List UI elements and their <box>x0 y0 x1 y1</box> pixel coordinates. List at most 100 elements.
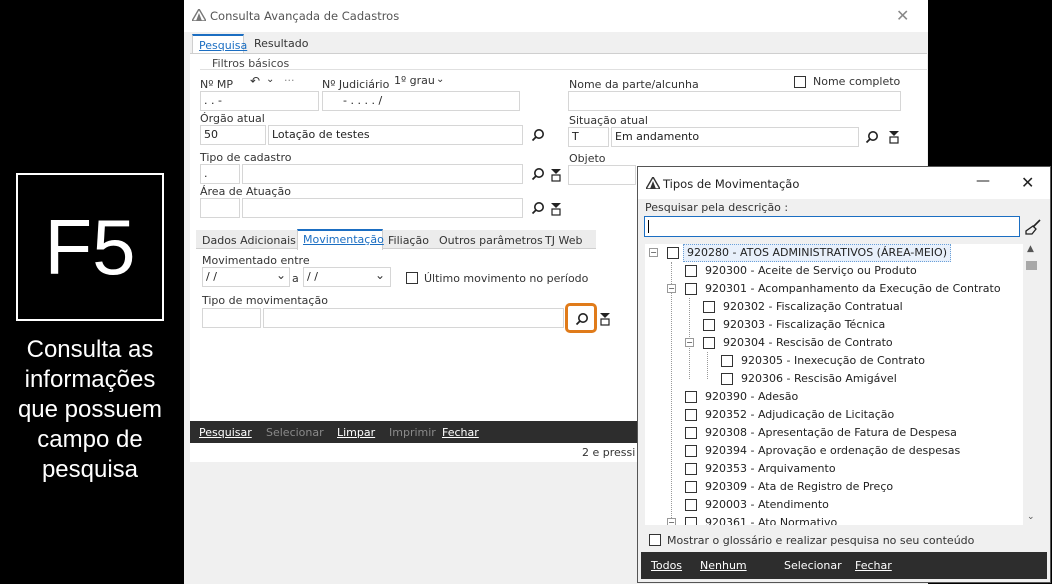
scroll-up-icon[interactable]: ▲ <box>1027 244 1034 254</box>
tree-item[interactable]: 920306 - Rescisão Amigável <box>645 370 1023 388</box>
subtab-movimentacao[interactable]: Movimentação <box>297 229 384 250</box>
tree-item[interactable]: 920390 - Adesão <box>645 388 1023 406</box>
parte-field[interactable] <box>568 91 901 111</box>
subtab-outros-parametros[interactable]: Outros parâmetros <box>439 234 543 247</box>
area-filter-icon[interactable] <box>549 202 563 216</box>
tab-resultado[interactable]: Resultado <box>254 37 308 50</box>
pesquisar-button[interactable]: Pesquisar <box>199 426 252 439</box>
ultimo-mov-checkbox[interactable] <box>406 272 418 284</box>
tipo-cad-search-icon[interactable] <box>531 167 545 181</box>
area-search-icon[interactable] <box>531 201 545 215</box>
tree-item[interactable]: 920300 - Aceite de Serviço ou Produto <box>645 262 1023 280</box>
tipo-cad-filter-icon[interactable] <box>549 168 563 182</box>
title-bar: Consulta Avançada de Cadastros ✕ <box>184 0 928 32</box>
tree-item[interactable]: 920309 - Ata de Registro de Preço <box>645 478 1023 496</box>
ultimo-mov-label: Último movimento no período <box>424 272 589 285</box>
status-bar: 2 e pressi <box>190 443 638 463</box>
limpar-button[interactable]: Limpar <box>337 426 375 439</box>
tree-item[interactable]: 920301 - Acompanhamento da Execução de C… <box>645 280 1023 298</box>
undo-icon[interactable]: ↶ <box>250 74 260 88</box>
dialog-footer: Todos Nenhum Selecionar Fechar <box>641 552 1047 579</box>
imprimir-button[interactable]: Imprimir <box>389 426 436 439</box>
tree-item[interactable]: 920352 - Adjudicação de Licitação <box>645 406 1023 424</box>
app-logo-icon <box>192 9 206 21</box>
situacao-name-field[interactable]: Em andamento <box>611 127 859 147</box>
main-footer: Pesquisar Selecionar Limpar Imprimir Fec… <box>190 421 638 443</box>
nmp-field[interactable]: . . - <box>200 91 319 111</box>
f5-key-label: F5 <box>44 203 136 291</box>
glossario-checkbox[interactable] <box>649 534 661 546</box>
area-code-field[interactable] <box>200 198 240 218</box>
clear-brush-icon[interactable] <box>1024 219 1042 235</box>
tipo-mov-search-button[interactable] <box>565 303 597 333</box>
objeto-field[interactable] <box>568 165 636 185</box>
tree-item[interactable]: 920003 - Atendimento <box>645 496 1023 514</box>
situacao-filter-icon[interactable] <box>887 130 901 144</box>
tipo-cad-code-field[interactable]: . <box>200 164 240 184</box>
tree-item[interactable]: 920361 - Ato Normativo <box>645 514 1023 525</box>
dialog-logo-icon <box>646 177 660 189</box>
dialog-search-label: Pesquisar pela descrição : <box>645 201 789 214</box>
scroll-thumb[interactable] <box>1026 261 1037 270</box>
dialog-search-input[interactable] <box>644 216 1020 237</box>
movimentacao-tree: − 920280 - ATOS ADMINISTRATIVOS (ÁREA-ME… <box>645 244 1023 525</box>
nenhum-button[interactable]: Nenhum <box>700 559 747 572</box>
situacao-label: Situação atual <box>569 114 648 127</box>
tipo-mov-filter-icon[interactable] <box>598 312 612 326</box>
tipo-cad-label: Tipo de cadastro <box>200 151 292 164</box>
tree-item[interactable]: 920304 - Rescisão de Contrato <box>645 334 1023 352</box>
tree-item[interactable]: 920303 - Fiscalização Técnica <box>645 316 1023 334</box>
orgao-label: Órgão atual <box>200 112 265 125</box>
tipo-mov-name-field[interactable] <box>263 308 564 328</box>
subtab-filiacao[interactable]: Filiação <box>388 234 429 247</box>
status-text: 2 e pressi <box>582 446 636 459</box>
minimize-icon[interactable]: — <box>976 173 990 189</box>
date-conj-label: a <box>292 272 299 285</box>
more-icon[interactable]: ··· <box>284 74 295 87</box>
selecionar-button[interactable]: Selecionar <box>266 426 324 439</box>
tab-pesquisa[interactable]: Pesquisa <box>192 34 248 54</box>
dialog-fechar-button[interactable]: Fechar <box>855 559 892 572</box>
dialog-close-icon[interactable]: ✕ <box>1021 173 1034 192</box>
text-cursor <box>648 220 649 233</box>
tipo-mov-code-field[interactable] <box>202 308 261 328</box>
tree-item[interactable]: 920302 - Fiscalização Contratual <box>645 298 1023 316</box>
tipo-cad-name-field[interactable] <box>242 164 523 184</box>
tree-item[interactable]: 920353 - Arquivamento <box>645 460 1023 478</box>
orgao-code-field[interactable]: 50 <box>200 125 266 145</box>
close-icon[interactable]: ✕ <box>896 6 909 25</box>
orgao-name-field[interactable]: Lotação de testes <box>268 125 523 145</box>
dialog-selecionar-button[interactable]: Selecionar <box>784 559 842 572</box>
njud-label: Nº Judiciário <box>322 78 390 91</box>
grau-select[interactable]: 1º grau <box>394 74 435 87</box>
tree-scrollbar[interactable]: ▲ ⌄ <box>1023 244 1040 525</box>
orgao-search-icon[interactable] <box>531 128 545 142</box>
dialog-title-bar: Tipos de Movimentação — ✕ <box>638 167 1050 199</box>
subtab-movimentacao-label: Movimentação <box>303 233 384 246</box>
date-to-chevron-icon[interactable]: ⌄ <box>375 268 385 282</box>
tipos-movimentacao-dialog: Tipos de Movimentação — ✕ Pesquisar pela… <box>637 166 1051 583</box>
fechar-button[interactable]: Fechar <box>442 426 479 439</box>
njud-field[interactable]: - . . . . / <box>322 91 520 111</box>
scroll-down-icon[interactable]: ⌄ <box>1027 512 1035 522</box>
area-name-field[interactable] <box>242 198 523 218</box>
chevron-down-icon[interactable]: ⌄ <box>266 74 274 85</box>
subtab-tjweb[interactable]: TJ Web <box>545 234 582 247</box>
situacao-code-field[interactable]: T <box>568 127 609 147</box>
mov-entre-label: Movimentado entre <box>202 254 310 267</box>
tree-item[interactable]: 920280 - ATOS ADMINISTRATIVOS (ÁREA-MEIO… <box>645 244 1023 262</box>
tree-item[interactable]: 920305 - Inexecução de Contrato <box>645 352 1023 370</box>
situacao-search-icon[interactable] <box>865 130 879 144</box>
window-title: Consulta Avançada de Cadastros <box>210 9 400 23</box>
todos-button[interactable]: Todos <box>651 559 682 572</box>
nmp-label: Nº MP <box>200 78 234 91</box>
nome-completo-checkbox[interactable] <box>794 76 806 88</box>
subtab-dados-adicionais[interactable]: Dados Adicionais <box>202 234 296 247</box>
date-from-chevron-icon[interactable]: ⌄ <box>276 268 286 282</box>
tree-item[interactable]: 920308 - Apresentação de Fatura de Despe… <box>645 424 1023 442</box>
parte-label: Nome da parte/alcunha <box>569 78 699 91</box>
tree-item[interactable]: 920394 - Aprovação e ordenação de despes… <box>645 442 1023 460</box>
tab-pesquisa-label: Pesquisa <box>199 39 248 52</box>
grau-chevron-icon[interactable]: ⌄ <box>436 74 444 85</box>
nome-completo-label: Nome completo <box>813 75 901 88</box>
